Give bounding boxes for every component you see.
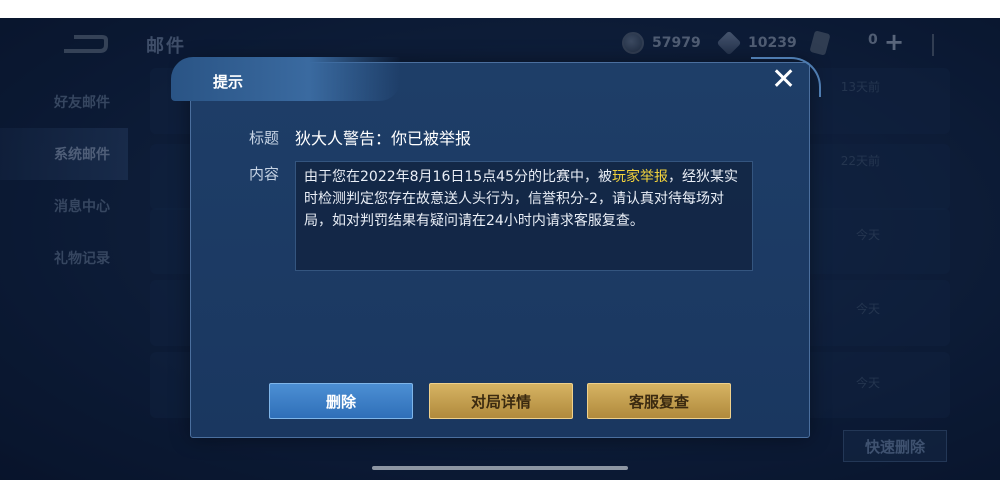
content-highlight: 玩家举报 <box>611 169 668 185</box>
close-icon[interactable]: ✕ <box>771 65 796 95</box>
dialog-title-ribbon <box>171 57 401 101</box>
match-details-button[interactable]: 对局详情 <box>429 383 573 419</box>
mail-content: 由于您在2022年8月16日15点45分的比赛中，被玩家举报，经狄某实时检测判定… <box>295 161 753 271</box>
delete-button[interactable]: 删除 <box>269 383 413 419</box>
dialog-title: 提示 <box>213 73 244 91</box>
notice-dialog: 提示 ✕ 标题 狄大人警告：你已被举报 内容 由于您在2022年8月16日15点… <box>171 57 821 438</box>
content-label: 内容 <box>249 165 280 183</box>
home-indicator[interactable] <box>372 466 628 470</box>
mail-screen: 邮件 57979 10239 0 + 好友邮件 系统邮件 消息中心 礼物记录 1… <box>0 18 1000 480</box>
support-review-button[interactable]: 客服复查 <box>587 383 731 419</box>
subject-label: 标题 <box>249 129 280 147</box>
content-text-before: 由于您在2022年8月16日15点45分的比赛中，被 <box>304 169 612 185</box>
mail-subject: 狄大人警告：你已被举报 <box>295 129 472 148</box>
